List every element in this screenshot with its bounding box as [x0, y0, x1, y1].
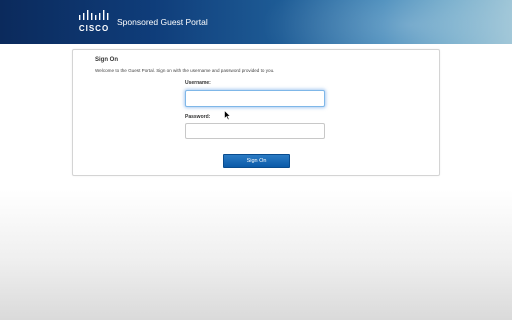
password-field[interactable] [185, 123, 325, 139]
sign-on-description: Welcome to the Guest Portal. Sign on wit… [95, 68, 275, 73]
cisco-bars-icon [79, 10, 109, 20]
password-label: Password: [185, 114, 211, 120]
portal-header: CISCO Sponsored Guest Portal [0, 0, 512, 44]
mouse-pointer-icon [224, 110, 231, 121]
logo-wordmark: CISCO [78, 24, 110, 33]
sign-on-heading: Sign On [95, 57, 118, 63]
sign-on-panel: Sign On Welcome to the Guest Portal. Sig… [72, 49, 440, 176]
portal-title: Sponsored Guest Portal [117, 17, 208, 27]
username-label: Username: [185, 80, 211, 86]
sign-on-button[interactable]: Sign On [223, 154, 290, 168]
cisco-logo-icon: CISCO [76, 9, 112, 35]
username-field[interactable] [185, 90, 325, 107]
header-highlight [260, 0, 512, 44]
